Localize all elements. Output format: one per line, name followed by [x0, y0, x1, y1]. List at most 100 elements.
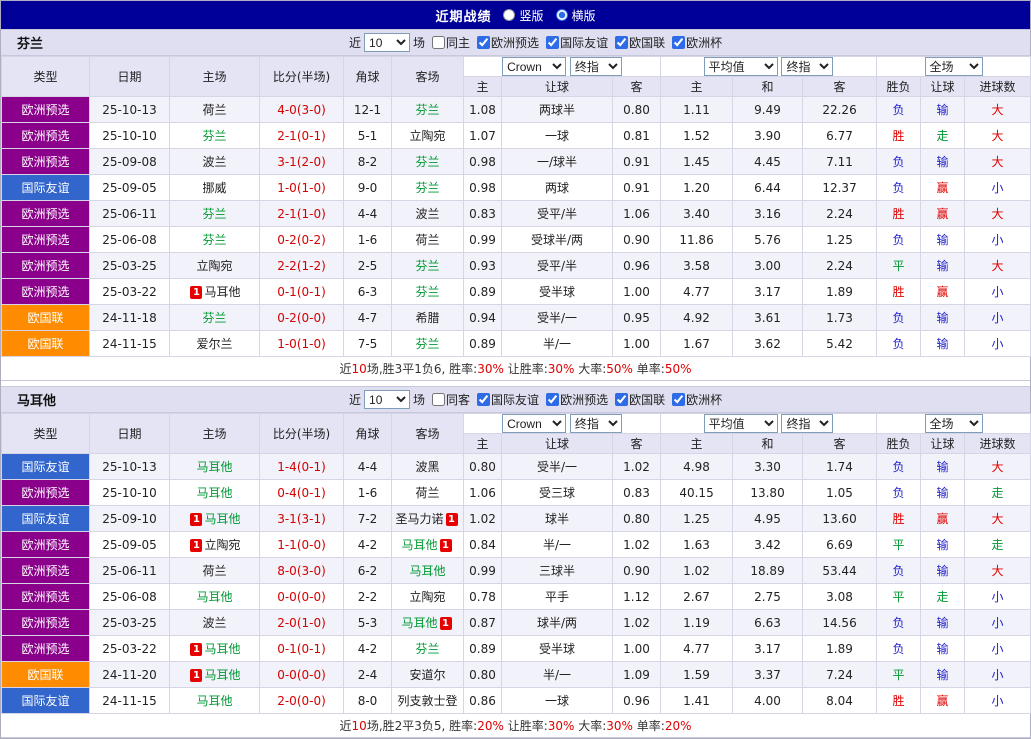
odds-value: 0.91 — [611, 174, 662, 201]
match-date: 24-11-15 — [89, 687, 170, 714]
filter-input[interactable] — [615, 393, 629, 406]
filter-input[interactable] — [546, 36, 560, 49]
filter-input[interactable] — [672, 36, 686, 49]
odds-value: 半/一 — [501, 330, 613, 357]
match-date: 24-11-15 — [89, 330, 170, 357]
odds-value: 1.59 — [660, 661, 734, 688]
match-score: 1-1(0-0) — [259, 531, 344, 558]
odds-value: 1.74 — [802, 453, 878, 480]
filter-checkbox[interactable]: 欧洲杯 — [672, 34, 722, 51]
match-type-badge: 欧洲预选 — [1, 531, 90, 558]
summary-segment: 20% — [664, 719, 692, 733]
match-type-badge: 国际友谊 — [1, 687, 90, 714]
odds-value: 3.17 — [732, 278, 804, 305]
filter-input[interactable] — [477, 36, 491, 49]
away-team-cell: 芬兰 — [391, 148, 464, 175]
odds-value: 一球 — [501, 687, 613, 714]
filter-checkbox[interactable]: 欧国联 — [615, 34, 665, 51]
euro-stage-select[interactable]: 终指 — [781, 414, 834, 433]
layout-vertical-radio[interactable]: 竖版 — [503, 7, 544, 24]
bookmaker-select[interactable]: Crown — [502, 57, 567, 76]
odds-value: 1.09 — [611, 661, 662, 688]
team-name: 挪威 — [202, 181, 227, 195]
summary-segment: 场,胜3平1负6, 胜率: — [366, 362, 478, 376]
odds-value: 一球 — [501, 122, 613, 149]
same-venue-input[interactable] — [432, 36, 446, 49]
away-team-cell: 波兰 — [391, 200, 464, 227]
odds-value: 0.89 — [463, 278, 502, 305]
win-draw-loss-result: 胜 — [876, 200, 922, 227]
scope-select[interactable]: 全场 — [924, 57, 983, 76]
match-score: 2-1(1-0) — [259, 200, 344, 227]
average-select[interactable]: 平均值 — [703, 414, 778, 433]
filter-checkbox[interactable]: 国际友谊 — [546, 34, 608, 51]
asian-stage-select[interactable]: 终指 — [569, 414, 622, 433]
odds-value: 3.42 — [732, 531, 804, 558]
col-result: 胜负 — [876, 76, 922, 97]
odds-value: 0.98 — [463, 148, 502, 175]
odds-value: 22.26 — [802, 96, 878, 123]
corner-count: 2-5 — [343, 252, 392, 279]
same-venue-checkbox[interactable]: 同主 — [432, 34, 470, 51]
goals-result: 大 — [964, 96, 1031, 123]
scope-select[interactable]: 全场 — [924, 414, 983, 433]
euro-odds-header-cell: 平均值 终指 — [660, 413, 878, 434]
filter-checkbox[interactable]: 欧国联 — [615, 391, 665, 408]
handicap-result: 输 — [920, 635, 966, 662]
team-name: 立陶宛 — [204, 538, 241, 552]
corner-count: 5-1 — [343, 122, 392, 149]
home-team-cell: 1 立陶宛 — [169, 531, 260, 558]
euro-stage-select[interactable]: 终指 — [781, 57, 834, 76]
games-count-select[interactable]: 10 — [364, 390, 411, 409]
games-count-select[interactable]: 10 — [364, 33, 411, 52]
filter-checkbox[interactable]: 欧洲预选 — [477, 34, 539, 51]
asian-stage-select[interactable]: 终指 — [569, 57, 622, 76]
away-team-cell: 芬兰 — [391, 330, 464, 357]
win-draw-loss-result: 胜 — [876, 278, 922, 305]
handicap-result: 输 — [920, 531, 966, 558]
team-name: 立陶宛 — [409, 129, 446, 143]
col-euro-home: 主 — [660, 433, 734, 454]
col-away: 客场 — [391, 56, 464, 97]
filter-checkbox[interactable]: 欧洲预选 — [546, 391, 608, 408]
win-draw-loss-result: 负 — [876, 609, 922, 636]
asian-odds-header-cell: Crown 终指 — [462, 413, 662, 434]
team-name: 马耳他 — [196, 694, 233, 708]
layout-horizontal-radio[interactable]: 横版 — [555, 7, 596, 24]
filter-checkbox[interactable]: 欧洲杯 — [672, 391, 722, 408]
filter-input[interactable] — [672, 393, 686, 406]
odds-value: 0.80 — [611, 96, 662, 123]
home-team-cell: 立陶宛 — [169, 252, 260, 279]
average-select[interactable]: 平均值 — [703, 57, 778, 76]
bookmaker-select[interactable]: Crown — [502, 414, 567, 433]
match-score: 0-1(0-1) — [259, 635, 344, 662]
odds-value: 4.45 — [732, 148, 804, 175]
team-name: 荷兰 — [202, 103, 227, 117]
win-draw-loss-result: 负 — [876, 479, 922, 506]
handicap-result: 赢 — [920, 505, 966, 532]
home-team-cell: 爱尔兰 — [169, 330, 260, 357]
match-row: 欧洲预选 25-10-10 芬兰 2-1(0-1) 5-1 立陶宛 1.07 一球 0.81 1.… — [1, 122, 1031, 149]
odds-value: 0.78 — [463, 583, 502, 610]
filter-input[interactable] — [546, 393, 560, 406]
col-goals: 进球数 — [964, 433, 1031, 454]
same-venue-checkbox[interactable]: 同客 — [432, 391, 470, 408]
corner-count: 4-4 — [343, 453, 392, 480]
handicap-result: 输 — [920, 557, 966, 584]
same-venue-input[interactable] — [432, 393, 446, 406]
filter-checkbox[interactable]: 国际友谊 — [477, 391, 539, 408]
summary-segment: 单率: — [632, 719, 665, 733]
col-euro-draw: 和 — [732, 433, 804, 454]
match-date: 25-06-11 — [89, 557, 170, 584]
col-asian-home: 主 — [463, 76, 502, 97]
filter-input[interactable] — [615, 36, 629, 49]
odds-value: 1.08 — [463, 96, 502, 123]
goals-result: 小 — [964, 174, 1031, 201]
odds-value: 0.87 — [463, 609, 502, 636]
match-row: 欧国联 24-11-20 1 马耳他 0-0(0-0) 2-4 安道尔 0.80 半/一 1.09… — [1, 661, 1031, 688]
filter-input[interactable] — [477, 393, 491, 406]
home-team-cell: 1 马耳他 — [169, 278, 260, 305]
team-name: 荷兰 — [415, 486, 440, 500]
handicap-result: 输 — [920, 453, 966, 480]
radio-unselected-icon — [503, 9, 516, 21]
